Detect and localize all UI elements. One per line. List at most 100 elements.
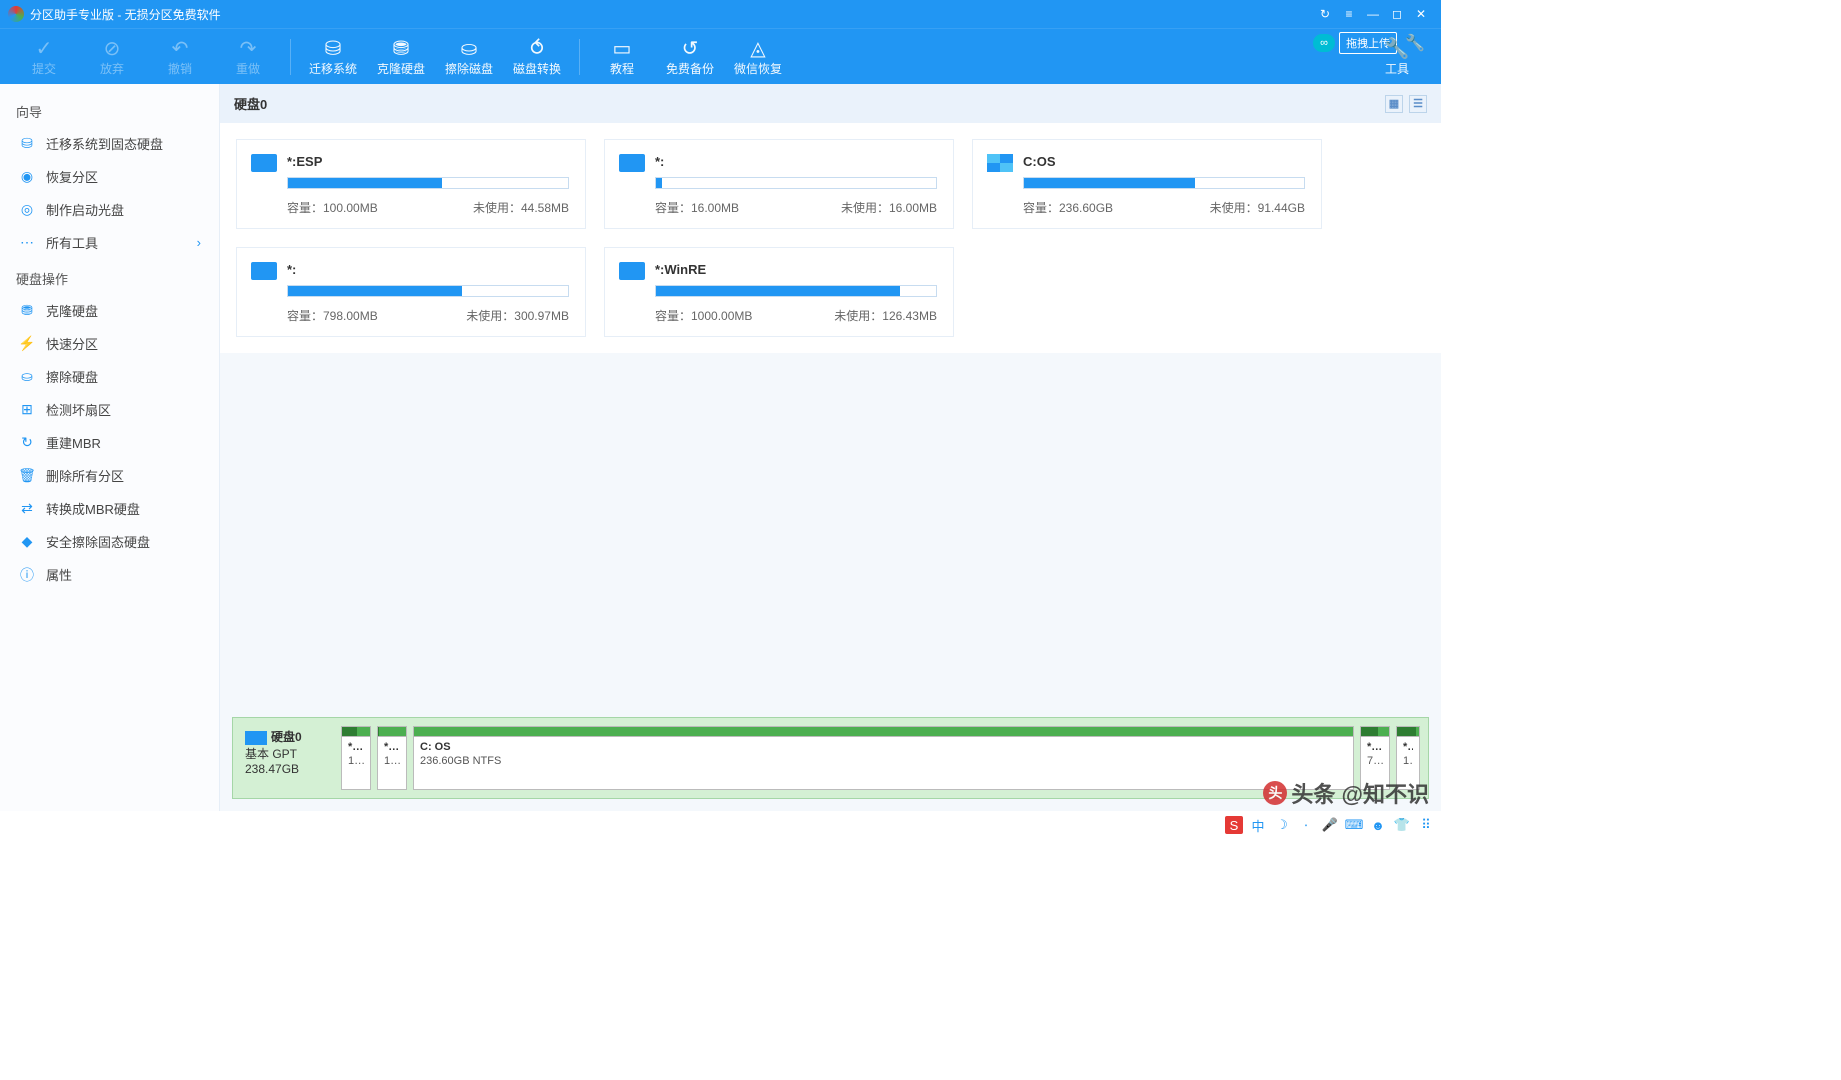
disk-header: 硬盘0 ▦ ☰ (220, 84, 1441, 123)
partition-card[interactable]: C:OS 容量：236.60GB未使用：91.44GB (972, 139, 1322, 229)
titlebar: 分区助手专业版 - 无损分区免费软件 ↻ ≡ — ◻ ✕ (0, 0, 1441, 28)
sidebar-item-delete-all[interactable]: 🗑 删除所有分区 (0, 459, 219, 492)
disk-map-block[interactable]: *:… 16… (377, 726, 407, 790)
lang-icon[interactable]: 中 (1249, 816, 1267, 834)
sidebar-item-recover[interactable]: ◉ 恢复分区 (0, 160, 219, 193)
face-icon[interactable]: ☻ (1369, 816, 1387, 834)
refresh-icon[interactable]: ↻ (1313, 2, 1337, 26)
sidebar-item-label: 克隆硬盘 (46, 301, 98, 320)
block-name: C: OS (420, 741, 1347, 753)
unused-label: 未使用：126.43MB (834, 307, 937, 324)
dot-icon[interactable]: ٠ (1297, 816, 1315, 834)
partition-card[interactable]: *:WinRE 容量：1000.00MB未使用：126.43MB (604, 247, 954, 337)
partition-name: *: (655, 154, 937, 169)
disk-map-header[interactable]: 硬盘0 基本 GPT 238.47GB (241, 726, 335, 790)
sidebar-item-quick-part[interactable]: ⚡快速分区 (0, 327, 219, 360)
recover-icon: ◉ (18, 168, 36, 186)
wechat-label: 微信恢复 (734, 60, 782, 77)
migrate-icon: ⛁ (325, 36, 342, 60)
tools-button[interactable]: 🔧 工具 (1363, 29, 1431, 85)
keyboard-icon[interactable]: ⌨ (1345, 816, 1363, 834)
toolbar-separator (290, 39, 291, 75)
migrate-ssd-icon: ⛁ (18, 135, 36, 153)
partition-name: *:ESP (287, 154, 569, 169)
main-panel: 硬盘0 ▦ ☰ *:ESP 容量：100.00MB未使用：44.58MB *: … (220, 84, 1441, 811)
sidebar-item-clone-disk[interactable]: ⛃克隆硬盘 (0, 294, 219, 327)
sidebar-item-rebuild-mbr[interactable]: ↻ 重建MBR (0, 426, 219, 459)
wechat-button[interactable]: ◬微信恢复 (724, 29, 792, 85)
capacity-label: 容量：1000.00MB (655, 307, 752, 324)
clone-label: 克隆硬盘 (377, 60, 425, 77)
sidebar-item-label: 重建MBR (46, 433, 101, 452)
mic-icon[interactable]: 🎤 (1321, 816, 1339, 834)
disk-icon (245, 731, 267, 745)
disk-map: 硬盘0 基本 GPT 238.47GB *:… 10… *:… 16… C: O… (232, 717, 1429, 799)
undo-button: ↶撤销 (146, 29, 214, 85)
disk-map-block[interactable]: *:… 10… (341, 726, 371, 790)
sidebar-item-secure-wipe[interactable]: ◆安全擦除固态硬盘 (0, 525, 219, 558)
tutorial-button[interactable]: ▭教程 (588, 29, 656, 85)
wipe-disk-icon: ⛀ (18, 368, 36, 386)
convert-label: 磁盘转换 (513, 60, 561, 77)
sidebar-item-label: 检测坏扇区 (46, 400, 111, 419)
block-name: *:… (1367, 741, 1383, 753)
sidebar-item-boot-disc[interactable]: ◎制作启动光盘 (0, 193, 219, 226)
sidebar-item-migrate-ssd[interactable]: ⛁迁移系统到固态硬盘 (0, 127, 219, 160)
tutorial-label: 教程 (610, 60, 634, 77)
menu-icon[interactable]: ≡ (1337, 2, 1361, 26)
shirt-icon[interactable]: 👕 (1393, 816, 1411, 834)
properties-icon: ⓘ (18, 566, 36, 584)
sidebar-item-label: 快速分区 (46, 334, 98, 353)
submit-label: 提交 (32, 60, 56, 77)
wipe-button[interactable]: ⛀擦除磁盘 (435, 29, 503, 85)
list-view-button[interactable]: ☰ (1409, 95, 1427, 113)
undo-label: 撤销 (168, 60, 192, 77)
watermark: 头 头条 @知不识 (1263, 777, 1429, 809)
minimize-button[interactable]: — (1361, 2, 1385, 26)
sidebar-item-label: 制作启动光盘 (46, 200, 124, 219)
clone-button[interactable]: ⛃克隆硬盘 (367, 29, 435, 85)
sidebar-item-all-tools[interactable]: ⋯所有工具› (0, 226, 219, 259)
block-name: *:… (348, 741, 364, 753)
drive-icon (619, 154, 645, 172)
rebuild-mbr-icon: ↻ (18, 434, 36, 452)
maximize-button[interactable]: ◻ (1385, 2, 1409, 26)
grid-view-button[interactable]: ▦ (1385, 95, 1403, 113)
sidebar-item-to-mbr[interactable]: ⇄转换成MBR硬盘 (0, 492, 219, 525)
moon-icon[interactable]: ☽ (1273, 816, 1291, 834)
windows-icon (987, 154, 1013, 172)
partition-card[interactable]: *: 容量：16.00MB未使用：16.00MB (604, 139, 954, 229)
unused-label: 未使用：16.00MB (841, 199, 937, 216)
partition-card[interactable]: *: 容量：798.00MB未使用：300.97MB (236, 247, 586, 337)
sidebar-item-label: 恢复分区 (46, 167, 98, 186)
close-button[interactable]: ✕ (1409, 2, 1433, 26)
redo-icon: ↷ (240, 36, 257, 60)
disk-map-block[interactable]: C: OS 236.60GB NTFS (413, 726, 1354, 790)
submit-button: ✓提交 (10, 29, 78, 85)
partition-name: C:OS (1023, 154, 1305, 169)
tools-label: 工具 (1385, 60, 1409, 77)
block-size: 79… (1367, 755, 1383, 767)
capacity-label: 容量：798.00MB (287, 307, 378, 324)
sidebar-item-properties[interactable]: ⓘ属性 (0, 558, 219, 591)
delete-all-icon: 🗑 (18, 467, 36, 485)
unused-label: 未使用：44.58MB (473, 199, 569, 216)
submit-icon: ✓ (36, 36, 53, 60)
convert-icon: ⥀ (530, 36, 544, 60)
discard-icon: ⊘ (104, 36, 121, 60)
convert-button[interactable]: ⥀磁盘转换 (503, 29, 571, 85)
partition-card[interactable]: *:ESP 容量：100.00MB未使用：44.58MB (236, 139, 586, 229)
wrench-icon: 🔧 (1385, 36, 1410, 60)
grid-icon[interactable]: ⠿ (1417, 816, 1435, 834)
ime-icon[interactable]: S (1225, 816, 1243, 834)
usage-bar (287, 177, 569, 189)
sidebar-item-wipe-disk[interactable]: ⛀擦除硬盘 (0, 360, 219, 393)
migrate-button[interactable]: ⛁迁移系统 (299, 29, 367, 85)
to-mbr-icon: ⇄ (18, 500, 36, 518)
disk-name: 硬盘0 (271, 730, 302, 744)
backup-button[interactable]: ↺免费备份 (656, 29, 724, 85)
block-name: *:… (384, 741, 400, 753)
sidebar-item-label: 删除所有分区 (46, 466, 124, 485)
chevron-right-icon: › (197, 235, 201, 250)
sidebar-item-bad-sector[interactable]: ⊞检测坏扇区 (0, 393, 219, 426)
